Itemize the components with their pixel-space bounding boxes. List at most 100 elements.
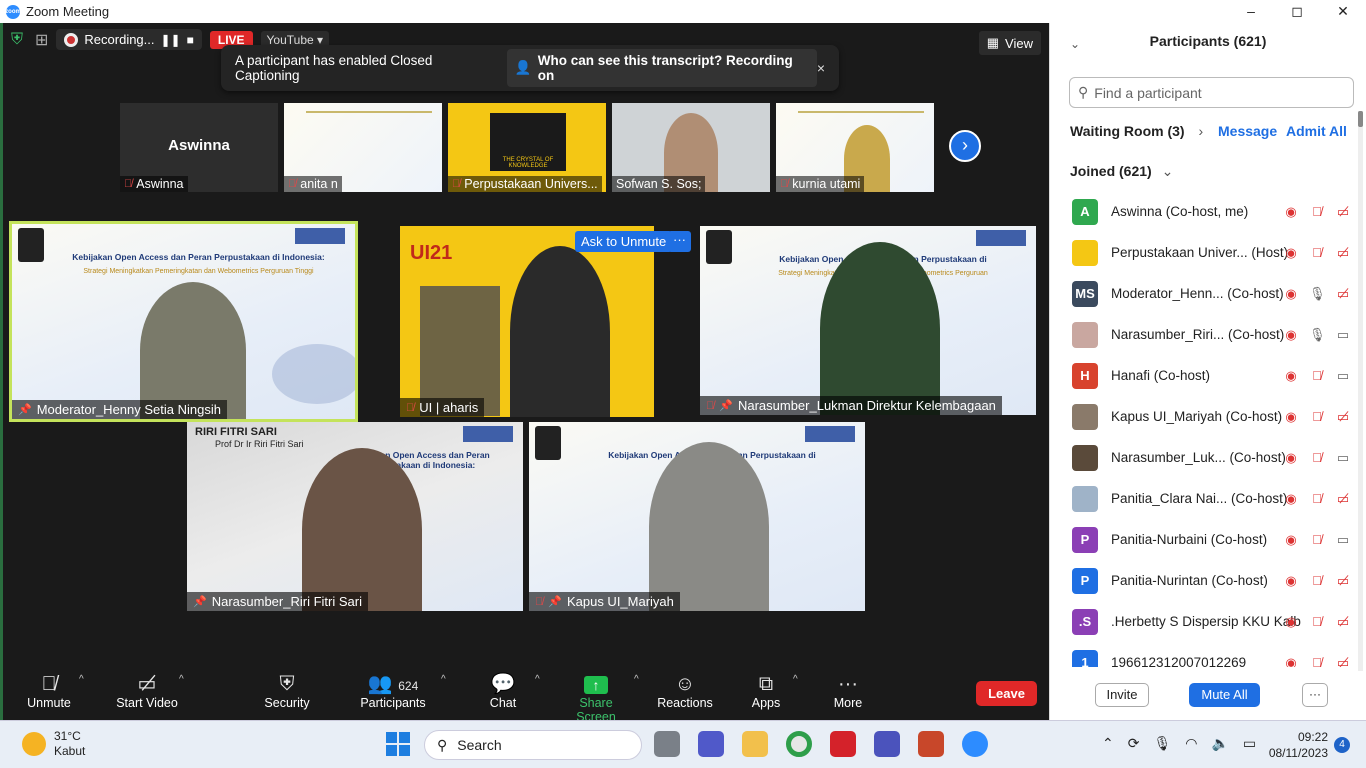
clock[interactable]: 09:22 08/11/2023 xyxy=(1268,729,1328,761)
joined-toggle[interactable]: Joined (621) ⌄ xyxy=(1070,163,1173,180)
filmstrip-tile[interactable]: Aswinna 🎙̸ Aswinna xyxy=(120,103,278,192)
unmute-button[interactable]: 🎙̸ Unmute ^ xyxy=(23,672,84,710)
filmstrip-tile[interactable]: 🎙̸ kurnia utami xyxy=(776,103,934,192)
filmstrip-tile[interactable]: 🎙̸ anita n xyxy=(284,103,442,192)
participant-row[interactable]: P Panitia-Nurintan (Co-host) ◉ 🎙̸ ▭̸ xyxy=(1050,560,1355,601)
teams-meet-icon[interactable] xyxy=(698,731,724,757)
leave-button[interactable]: Leave xyxy=(976,681,1037,706)
message-waiting-button[interactable]: Message xyxy=(1218,123,1277,139)
next-page-icon[interactable]: › xyxy=(949,130,981,162)
camera-off-icon[interactable]: ▭̸ xyxy=(1335,573,1351,589)
mic-off-icon[interactable]: 🎙̸ xyxy=(1309,368,1325,384)
powerpoint-icon[interactable] xyxy=(918,731,944,757)
invite-button[interactable]: Invite xyxy=(1095,683,1149,707)
weather-widget[interactable]: 31°C Kabut xyxy=(22,729,85,759)
mic-off-icon[interactable]: 🎙̸ xyxy=(1309,204,1325,220)
notification-badge[interactable]: 4 xyxy=(1334,737,1350,753)
share-caret-icon[interactable]: ^ xyxy=(634,674,639,685)
participant-row[interactable]: A Aswinna (Co-host, me) ◉ 🎙̸ ▭̸ xyxy=(1050,191,1355,232)
participant-row[interactable]: H Hanafi (Co-host) ◉ 🎙̸ ▭ xyxy=(1050,355,1355,396)
mic-off-icon[interactable]: 🎙̸ xyxy=(1309,409,1325,425)
mic-off-icon[interactable]: 🎙̸ xyxy=(1309,655,1325,668)
participant-scrollbar[interactable] xyxy=(1358,111,1363,671)
security-button[interactable]: ⛨ Security xyxy=(261,672,313,710)
wifi-icon[interactable]: ◠ xyxy=(1185,735,1197,752)
video-tile[interactable]: Kebijakan Open Access dan Peran Perpusta… xyxy=(9,221,358,422)
camera-off-icon[interactable]: ▭̸ xyxy=(1335,286,1351,302)
video-tile[interactable]: Kebijakan Open Access dan Peran Perpusta… xyxy=(700,226,1036,415)
participant-row[interactable]: Kapus UI_Mariyah (Co-host) ◉ 🎙̸ ▭̸ xyxy=(1050,396,1355,437)
ask-to-unmute-button[interactable]: Ask to Unmute xyxy=(575,231,673,252)
reactions-button[interactable]: ☺ Reactions xyxy=(657,672,713,710)
shield-icon[interactable]: ⛨ xyxy=(11,31,27,49)
maximize-button[interactable]: ◻ xyxy=(1274,0,1320,23)
camera-on-icon[interactable]: ▭ xyxy=(1335,327,1351,343)
pause-icon[interactable]: ❚❚ xyxy=(161,33,181,47)
camera-on-icon[interactable]: ▭ xyxy=(1335,368,1351,384)
admit-all-button[interactable]: Admit All xyxy=(1286,123,1347,139)
filmstrip-tile[interactable]: Sofwan S. Sos; xyxy=(612,103,770,192)
participant-row[interactable]: MS Moderator_Henn... (Co-host) ◉ 🎙 ▭̸ xyxy=(1050,273,1355,314)
mic-off-icon[interactable]: 🎙̸ xyxy=(1309,614,1325,630)
video-tile[interactable]: Kebijakan Open Access dan Peran Perpusta… xyxy=(529,422,865,611)
camera-off-icon[interactable]: ▭̸ xyxy=(1335,491,1351,507)
camera-off-icon[interactable]: ▭̸ xyxy=(1335,245,1351,261)
stop-icon[interactable]: ■ xyxy=(187,33,194,47)
participants-button[interactable]: 👥 624 Participants ^ xyxy=(357,672,445,710)
video-tile[interactable]: Kebijakan Open Access dan Peran Perpusta… xyxy=(187,422,523,611)
microphone-icon[interactable]: 🎙 xyxy=(1153,735,1171,752)
tile-more-button[interactable]: ··· xyxy=(668,231,691,252)
panel-more-button[interactable]: ··· xyxy=(1302,683,1328,707)
participant-row[interactable]: Narasumber_Luk... (Co-host) ◉ 🎙̸ ▭ xyxy=(1050,437,1355,478)
camera-off-icon[interactable]: ▭̸ xyxy=(1335,655,1351,668)
mute-all-button[interactable]: Mute All xyxy=(1189,683,1260,707)
mic-off-icon[interactable]: 🎙̸ xyxy=(1309,245,1325,261)
mic-off-icon[interactable]: 🎙̸ xyxy=(1309,450,1325,466)
mic-on-icon[interactable]: 🎙 xyxy=(1309,327,1326,343)
participant-row[interactable]: .S .Herbetty S Dispersip KKU Kalb... ◉ 🎙̸ ▭̸ xyxy=(1050,601,1355,642)
participant-row[interactable]: Narasumber_Riri... (Co-host) ◉ 🎙 ▭ xyxy=(1050,314,1355,355)
tray-chevron-icon[interactable]: ⌃ xyxy=(1102,735,1114,752)
close-window-button[interactable]: ✕ xyxy=(1320,0,1366,23)
camera-off-icon[interactable]: ▭̸ xyxy=(1335,204,1351,220)
participant-row[interactable]: Panitia_Clara Nai... (Co-host) ◉ 🎙̸ ▭̸ xyxy=(1050,478,1355,519)
filmstrip-tile[interactable]: THE CRYSTAL OF KNOWLEDGE 🎙̸ Perpustakaan … xyxy=(448,103,606,192)
minimize-button[interactable]: – xyxy=(1228,0,1274,23)
share-screen-button[interactable]: ↑ Share Screen ^ xyxy=(560,672,639,724)
audio-caret-icon[interactable]: ^ xyxy=(79,674,84,685)
teams-icon[interactable] xyxy=(874,731,900,757)
video-caret-icon[interactable]: ^ xyxy=(179,674,184,685)
grid-icon[interactable]: ⊞ xyxy=(35,30,48,50)
camera-off-icon[interactable]: ▭̸ xyxy=(1335,614,1351,630)
chrome-icon[interactable] xyxy=(786,731,812,757)
mic-on-icon[interactable]: 🎙 xyxy=(1309,286,1326,302)
participant-row[interactable]: 1 196612312007012269 ◉ 🎙̸ ▭̸ xyxy=(1050,642,1355,667)
chat-caret-icon[interactable]: ^ xyxy=(535,674,540,685)
participant-row[interactable]: P Panitia-Nurbaini (Co-host) ◉ 🎙̸ ▭ xyxy=(1050,519,1355,560)
mic-off-icon[interactable]: 🎙̸ xyxy=(1309,491,1325,507)
recording-indicator[interactable]: Recording... ❚❚ ■ xyxy=(56,29,202,50)
chat-button[interactable]: 💬 Chat ^ xyxy=(483,672,540,710)
view-button[interactable]: ▦ View xyxy=(978,31,1041,55)
camera-on-icon[interactable]: ▭ xyxy=(1335,450,1351,466)
acrobat-icon[interactable] xyxy=(830,731,856,757)
sync-icon[interactable]: ⟳ xyxy=(1128,735,1140,752)
mic-off-icon[interactable]: 🎙̸ xyxy=(1309,573,1325,589)
apps-caret-icon[interactable]: ^ xyxy=(793,674,798,685)
taskbar-search[interactable]: ⚲ Search xyxy=(424,730,642,760)
waiting-room-toggle[interactable]: Waiting Room (3) › xyxy=(1070,123,1203,139)
more-button[interactable]: ··· More xyxy=(831,672,865,710)
battery-icon[interactable]: ▭ xyxy=(1243,735,1256,752)
transcript-visibility-button[interactable]: 👤 Who can see this transcript? Recording… xyxy=(506,49,817,87)
video-tile[interactable]: UI21 🎙̸ UI | aharis xyxy=(400,226,654,417)
mic-off-icon[interactable]: 🎙̸ xyxy=(1309,532,1325,548)
task-view-icon[interactable] xyxy=(654,731,680,757)
volume-icon[interactable]: 🔈 xyxy=(1211,735,1228,752)
close-banner-icon[interactable]: × xyxy=(817,60,825,76)
participants-caret-icon[interactable]: ^ xyxy=(441,674,446,685)
camera-on-icon[interactable]: ▭ xyxy=(1335,532,1351,548)
participant-row[interactable]: Perpustakaan Univer... (Host) ◉ 🎙̸ ▭̸ xyxy=(1050,232,1355,273)
participant-search-input[interactable]: ⚲ Find a participant xyxy=(1069,77,1354,108)
file-explorer-icon[interactable] xyxy=(742,731,768,757)
apps-button[interactable]: ⧉ Apps ^ xyxy=(751,672,798,710)
